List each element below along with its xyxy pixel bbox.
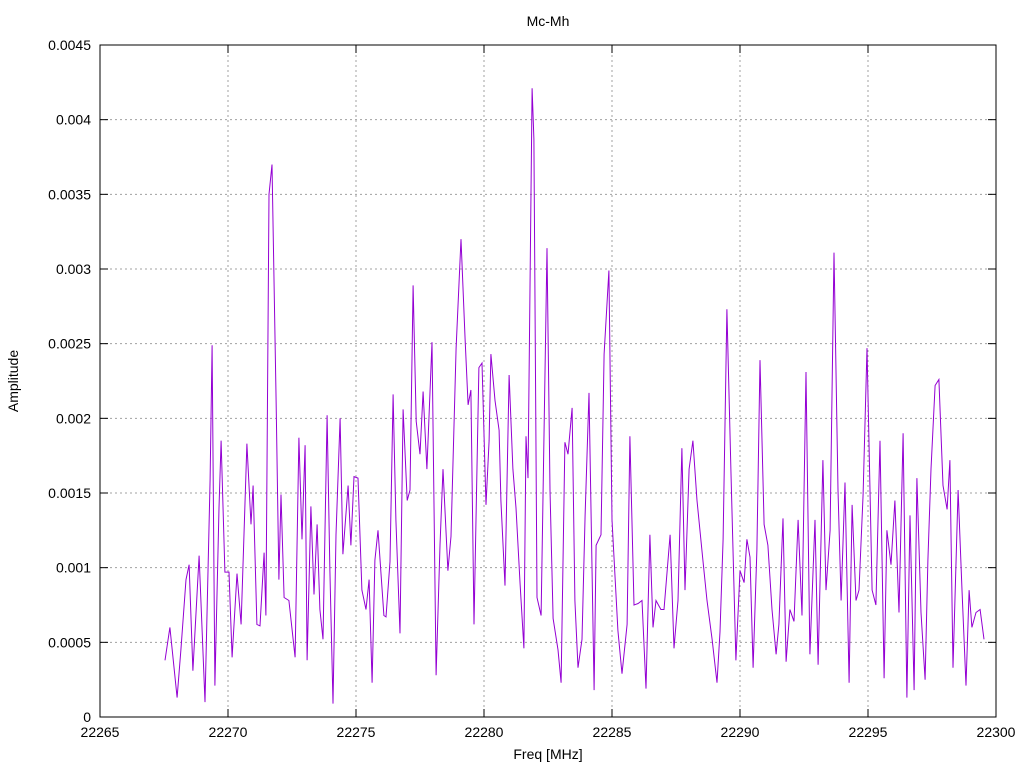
series-line [164, 88, 985, 704]
y-tick-label: 0.0025 [48, 336, 91, 352]
chart-title: Mc-Mh [527, 13, 570, 29]
x-tick-label: 22285 [593, 724, 632, 740]
y-tick-label: 0.0005 [48, 634, 91, 650]
series [164, 88, 985, 704]
y-tick-label: 0.002 [56, 410, 91, 426]
x-tick-label: 22275 [337, 724, 376, 740]
x-tick-label: 22300 [977, 724, 1016, 740]
x-tick-label: 22265 [81, 724, 120, 740]
y-tick-label: 0.003 [56, 261, 91, 277]
y-tick-label: 0.001 [56, 560, 91, 576]
y-axis-label: Amplitude [5, 350, 21, 412]
x-axis-label: Freq [MHz] [513, 746, 582, 762]
y-tick-label: 0.0035 [48, 186, 91, 202]
x-tick-label: 22280 [465, 724, 504, 740]
y-tick-label: 0.0015 [48, 485, 91, 501]
y-tick-label: 0.0045 [48, 37, 91, 53]
y-tick-label: 0.004 [56, 112, 91, 128]
x-tick-label: 22270 [209, 724, 248, 740]
y-tick-label: 0 [83, 709, 91, 725]
chart: 22265 22270 22275 22280 22285 22290 22295 22300… [5, 13, 1016, 762]
x-tick-label: 22290 [721, 724, 760, 740]
x-tick-label: 22295 [849, 724, 888, 740]
